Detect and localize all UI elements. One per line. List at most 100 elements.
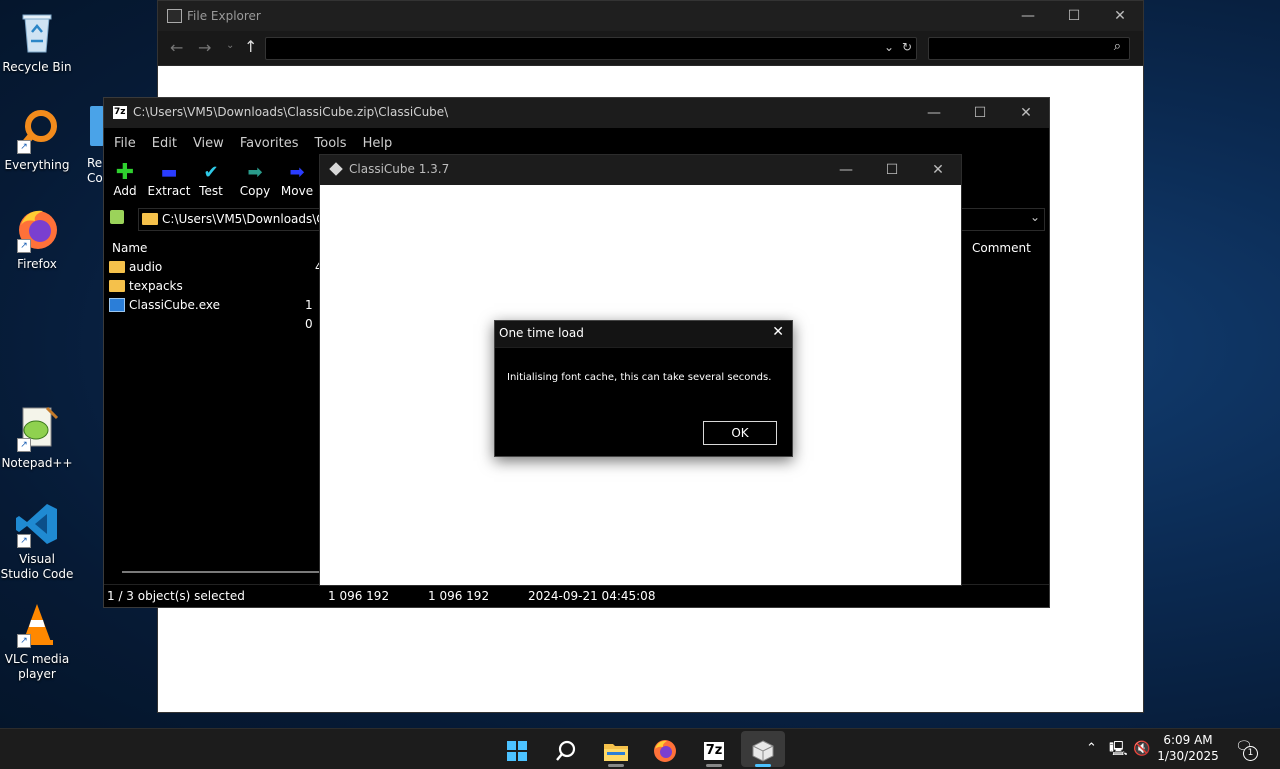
- move-button[interactable]: ➡ Move: [274, 162, 320, 198]
- taskbar-file-explorer[interactable]: [594, 731, 638, 767]
- sevenzip-statusbar: 1 / 3 object(s) selected 1 096 192 1 096…: [104, 584, 1049, 607]
- classicube-icon: [752, 739, 774, 762]
- copy-button[interactable]: ➡ Copy: [232, 162, 278, 198]
- horizontal-scrollbar[interactable]: [122, 571, 319, 573]
- extract-button[interactable]: ▬ Extract: [146, 162, 192, 198]
- classicube-titlebar[interactable]: ClassiCube 1.3.7 — ☐ ✕: [320, 155, 961, 185]
- maximize-button[interactable]: ☐: [957, 98, 1003, 128]
- show-hidden-icons-button[interactable]: ⌃: [1086, 729, 1097, 769]
- start-button[interactable]: [495, 731, 539, 767]
- desktop-icon-label: VLC media player: [4, 652, 70, 681]
- menu-help[interactable]: Help: [363, 136, 393, 151]
- shortcut-arrow-icon: ↗: [17, 634, 31, 648]
- classicube-app-icon: [329, 162, 343, 176]
- running-indicator: [755, 764, 771, 767]
- running-indicator: [608, 764, 624, 767]
- refresh-icon[interactable]: ↻: [902, 40, 912, 54]
- everything-icon: ↗: [13, 106, 61, 154]
- notification-badge: 1: [1243, 746, 1258, 761]
- dialog-close-button[interactable]: ✕: [772, 324, 784, 340]
- close-button[interactable]: ✕: [915, 155, 961, 185]
- address-dropdown-icon[interactable]: ⌄: [884, 40, 894, 54]
- menu-tools[interactable]: Tools: [315, 136, 347, 151]
- recent-chevron-icon[interactable]: ⌄: [226, 40, 234, 51]
- desktop-icon-vlc[interactable]: ↗ VLC media player: [0, 600, 74, 682]
- folder-icon: [142, 213, 158, 225]
- vlc-icon: ↗: [13, 600, 61, 648]
- address-dropdown-icon[interactable]: ⌄: [1030, 210, 1040, 224]
- close-button[interactable]: ✕: [1097, 1, 1143, 31]
- minimize-button[interactable]: —: [1005, 1, 1051, 31]
- menu-edit[interactable]: Edit: [152, 136, 177, 151]
- desktop-icon-label: Visual Studio Code: [0, 552, 74, 581]
- up-icon[interactable]: ↑: [244, 37, 257, 56]
- clock[interactable]: 6:09 AM 1/30/2025: [1156, 732, 1220, 764]
- list-item[interactable]: texpacks: [109, 277, 324, 296]
- desktop-icon-label: Firefox: [17, 257, 57, 271]
- maximize-button[interactable]: ☐: [1051, 1, 1097, 31]
- dialog-title: One time load: [499, 326, 584, 340]
- taskbar: 7z ⌃ 🖳 🔇 6:09 AM 1/30/2025 🗨 1: [0, 728, 1280, 769]
- status-packed-size: 1 096 192: [428, 589, 490, 603]
- up-folder-icon[interactable]: [110, 210, 124, 224]
- status-modified: 2024-09-21 04:45:08: [528, 589, 656, 603]
- test-button[interactable]: ✔ Test: [188, 162, 234, 198]
- menu-favorites[interactable]: Favorites: [240, 136, 299, 151]
- minimize-button[interactable]: —: [911, 98, 957, 128]
- add-button[interactable]: ✚ Add: [102, 160, 148, 199]
- one-time-load-dialog[interactable]: One time load ✕ Initialising font cache,…: [494, 320, 793, 457]
- list-item[interactable]: audio 4: [109, 258, 324, 277]
- running-indicator: [706, 764, 722, 767]
- sevenzip-titlebar[interactable]: 7z C:\Users\VM5\Downloads\ClassiCube.zip…: [104, 98, 1049, 128]
- menu-file[interactable]: File: [114, 136, 136, 151]
- back-icon[interactable]: ←: [170, 38, 183, 57]
- network-icon[interactable]: 🖳: [1109, 729, 1128, 769]
- copy-arrow-icon: ➡: [247, 162, 263, 183]
- maximize-button[interactable]: ☐: [869, 155, 915, 185]
- ok-button[interactable]: OK: [702, 420, 778, 446]
- sevenzip-title: C:\Users\VM5\Downloads\ClassiCube.zip\Cl…: [133, 105, 449, 119]
- desktop-icon-vscode[interactable]: ↗ Visual Studio Code: [0, 500, 74, 582]
- close-button[interactable]: ✕: [1003, 98, 1049, 128]
- dialog-titlebar[interactable]: One time load ✕: [495, 321, 792, 348]
- desktop-icon-recycle-bin[interactable]: Recycle Bin: [0, 8, 74, 75]
- taskbar-firefox[interactable]: [643, 731, 687, 767]
- address-bar[interactable]: ⌄ ↻: [265, 37, 917, 60]
- minimize-button[interactable]: —: [823, 155, 869, 185]
- desktop-icon-notepad-plus-plus[interactable]: ↗ Notepad++: [0, 404, 74, 471]
- file-explorer-app-icon: [167, 9, 182, 23]
- search-button[interactable]: [544, 731, 588, 767]
- notification-center-button[interactable]: 🗨 1: [1235, 739, 1258, 761]
- list-item[interactable]: ClassiCube.exe 1 0: [109, 296, 324, 331]
- sevenzip-address-input[interactable]: C:\Users\VM5\Downloads\Cla: [162, 212, 335, 226]
- start-icon: [507, 740, 527, 761]
- clock-date: 1/30/2025: [1157, 749, 1219, 763]
- desktop-icon-firefox[interactable]: ↗ Firefox: [0, 205, 74, 272]
- firefox-icon: ↗: [13, 205, 61, 253]
- plus-icon: ✚: [115, 160, 135, 185]
- column-header-name[interactable]: Name: [112, 241, 147, 255]
- search-box[interactable]: ⌕: [928, 37, 1130, 60]
- exe-icon: [109, 297, 125, 312]
- taskbar-classicube[interactable]: [741, 731, 785, 767]
- forward-icon[interactable]: →: [198, 38, 211, 57]
- file-explorer-titlebar[interactable]: File Explorer — ☐ ✕: [158, 1, 1143, 31]
- menu-view[interactable]: View: [193, 136, 224, 151]
- taskbar-7zip[interactable]: 7z: [692, 731, 736, 767]
- desktop-icon-label: Everything: [4, 158, 70, 172]
- firefox-icon: [654, 739, 676, 762]
- file-explorer-title: File Explorer: [187, 9, 261, 23]
- desktop-icon-label: Recycle Bin: [2, 60, 72, 74]
- file-name: audio: [129, 260, 163, 274]
- file-explorer-icon: [604, 743, 628, 761]
- desktop-icon-everything[interactable]: ↗ Everything: [0, 106, 74, 173]
- file-name: ClassiCube.exe: [129, 298, 220, 312]
- partial-app-icon: [90, 106, 104, 146]
- column-header-comment[interactable]: Comment: [972, 241, 1031, 255]
- file-explorer-toolbar: ← → ⌄ ↑ ⌄ ↻ ⌕: [158, 31, 1143, 66]
- status-selected: 1 / 3 object(s) selected: [107, 589, 245, 603]
- shortcut-arrow-icon: ↗: [17, 140, 31, 154]
- desktop-icon-label: Notepad++: [1, 456, 73, 470]
- search-icon: [556, 740, 576, 761]
- volume-muted-icon[interactable]: 🔇: [1133, 729, 1150, 769]
